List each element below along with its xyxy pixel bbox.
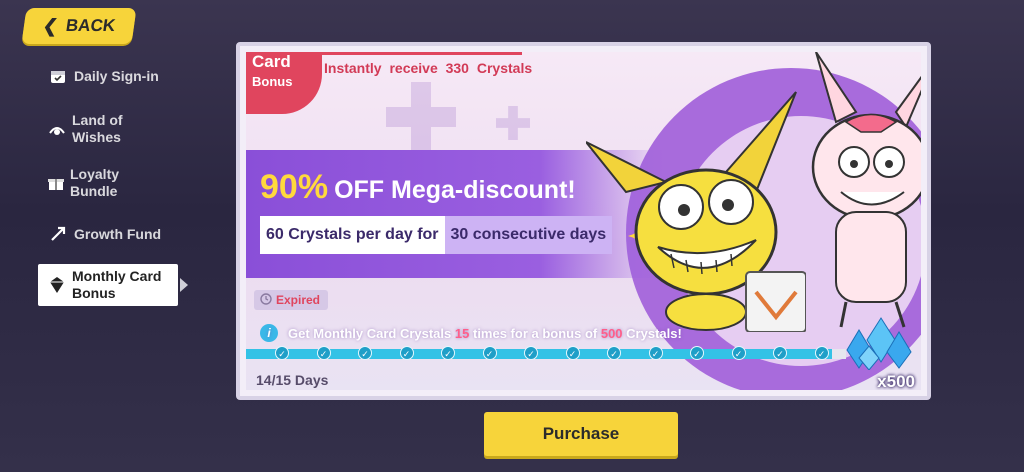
sidebar-item-growth-fund[interactable]: Growth Fund [38, 220, 188, 248]
purchase-label: Purchase [542, 424, 620, 443]
sidebar-item-daily-sign-in[interactable]: Daily Sign-in [38, 62, 188, 90]
progress-days-label: 14/15 Days [256, 372, 329, 388]
checkpoint-check-icon: ✓ [607, 346, 621, 360]
back-button[interactable]: ❮ BACK [21, 8, 137, 44]
clock-icon [260, 292, 272, 308]
badge-line-2: Bonus [252, 74, 293, 89]
discount-percent: 90% [260, 168, 329, 206]
sidebar-item-label: Loyalty Bundle [70, 166, 120, 199]
checkpoint-check-icon: ✓ [441, 346, 455, 360]
checkpoint-check-icon: ✓ [690, 346, 704, 360]
bonus-info-times: 15 [454, 325, 470, 341]
daily-crystals-text: 60 Crystals per day for 30 consecutive d… [260, 216, 613, 254]
bonus-info-prefix: Get Monthly Card Crystals [288, 325, 452, 341]
badge-line-1: Card [252, 52, 291, 71]
discount-headline: 90% OFF Mega-discount! [260, 168, 576, 207]
sidebar-item-label: Growth Fund [74, 225, 162, 242]
instant-reward-text: Instantly receive 330 Crystals [324, 60, 533, 76]
badge-underline [322, 52, 522, 55]
bonus-info-line: i Get Monthly Card Crystals 15 times for… [260, 324, 682, 342]
checkpoint-check-icon: ✓ [731, 346, 746, 360]
decor-cross-shape [386, 82, 456, 152]
sidebar-item-land-of-wishes[interactable]: Land of Wishes [38, 108, 168, 150]
status-badge: Expired [254, 290, 328, 310]
discount-text: OFF Mega-discount! [334, 176, 576, 204]
sidebar-nav: Daily Sign-in Land of Wishes Loyalty Bun… [38, 62, 188, 306]
gift-box-icon [48, 173, 64, 193]
wish-icon [48, 119, 66, 139]
growth-icon [48, 224, 68, 244]
checkpoint-check-icon: ✓ [275, 346, 289, 360]
decor-cross-shape [496, 106, 530, 140]
daily-crystals-amount: 60 Crystals per day for [260, 216, 445, 254]
checkpoint-check-icon: ✓ [524, 346, 538, 360]
bonus-info-amount: 500 [600, 325, 623, 341]
chevron-left-icon: ❮ [41, 15, 60, 36]
bonus-info-mid: times for a bonus of [472, 325, 598, 341]
checkpoint-check-icon: ✓ [773, 346, 787, 360]
card-bonus-badge: Card Bonus [246, 52, 322, 114]
checkpoint-check-icon: ✓ [565, 346, 580, 360]
calendar-icon [48, 66, 68, 86]
checkpoint-check-icon: ✓ [399, 346, 414, 360]
sidebar-item-label: Daily Sign-in [74, 67, 159, 84]
sidebar-item-label: Land of Wishes [72, 112, 123, 145]
status-text: Expired [276, 293, 321, 307]
checkpoint-check-icon: ✓ [316, 346, 331, 360]
purchase-button[interactable]: Purchase [484, 412, 678, 456]
sidebar-item-label: Monthly Card Bonus [72, 268, 162, 301]
crystal-icon [48, 275, 66, 295]
yellow-mascot-illustration [586, 91, 806, 332]
back-label: BACK [64, 16, 117, 35]
crystal-pile-icon [846, 317, 912, 370]
info-icon[interactable]: i [260, 324, 278, 342]
reward-count: x500 [877, 372, 915, 390]
checkpoint-check-icon: ✓ [648, 346, 663, 360]
background-top-bar [130, 6, 1024, 40]
sidebar-item-loyalty-bundle[interactable]: Loyalty Bundle [38, 162, 158, 204]
pink-bunny-illustration [811, 52, 921, 328]
checkpoint-check-icon: ✓ [482, 346, 497, 360]
checkpoint-check-icon: ✓ [814, 346, 829, 360]
sidebar-item-monthly-card-bonus[interactable]: Monthly Card Bonus [38, 264, 178, 306]
progress-checkpoints: ✓ ✓ ✓ ✓ ✓ ✓ ✓ ✓ ✓ ✓ ✓ ✓ ✓ ✓ [246, 346, 846, 362]
monthly-card-banner: Card Bonus Instantly receive 330 Crystal… [246, 52, 921, 390]
bonus-info-suffix: Crystals! [626, 325, 682, 341]
monthly-card-panel: Card Bonus Instantly receive 330 Crystal… [236, 42, 931, 400]
bonus-info-text: Get Monthly Card Crystals 15 times for a… [288, 326, 682, 341]
checkpoint-check-icon: ✓ [358, 346, 372, 360]
